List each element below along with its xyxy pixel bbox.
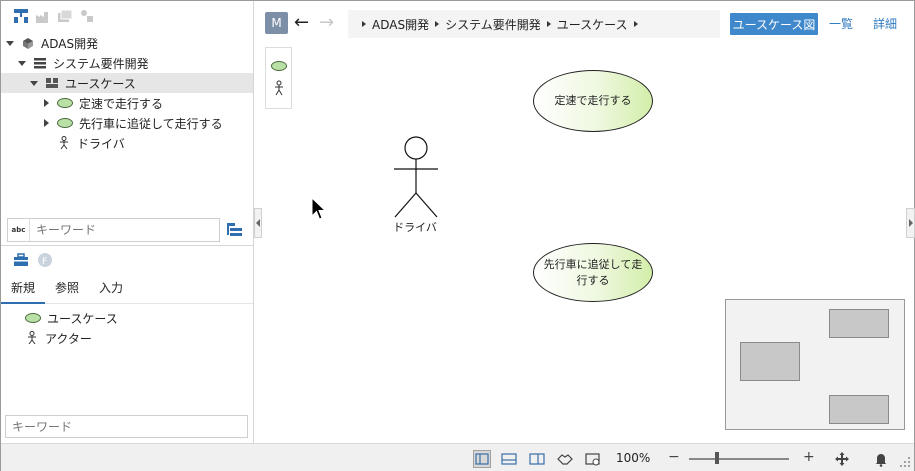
tree-item-label: ドライバ xyxy=(77,136,125,151)
palette-item-label: アクター xyxy=(45,331,92,346)
tab-reference[interactable]: 参照 xyxy=(45,278,89,304)
left-panel: ADAS開発 システム要件開発 ユースケース 定速で走行する 先行車に追従して走… xyxy=(1,1,254,443)
diagram-mini-palette xyxy=(265,47,292,109)
breadcrumb-separator-icon xyxy=(633,21,638,27)
actor-figure[interactable] xyxy=(391,135,441,220)
usecase-follow-vehicle[interactable]: 先行車に追従して走行する xyxy=(533,243,653,302)
usecase-diagram-button[interactable]: ユースケース図 xyxy=(730,13,818,35)
usecase-tool-icon[interactable] xyxy=(271,61,287,71)
zoom-slider-thumb[interactable] xyxy=(715,452,719,464)
app-window: ADAS開発 システム要件開発 ユースケース 定速で走行する 先行車に追従して走… xyxy=(0,0,915,471)
model-badge[interactable]: M xyxy=(265,12,288,34)
hierarchy-icon[interactable] xyxy=(13,8,29,24)
bell-icon[interactable] xyxy=(873,451,889,467)
breadcrumb-separator-icon xyxy=(362,21,366,27)
fit-window-icon[interactable] xyxy=(585,451,601,467)
tree-item-usecase-folder[interactable]: ユースケース xyxy=(1,73,253,93)
resize-grip-icon[interactable] xyxy=(899,456,911,468)
model-tree: ADAS開発 システム要件開発 ユースケース 定速で走行する 先行車に追従して走… xyxy=(1,33,253,153)
tab-new[interactable]: 新規 xyxy=(1,278,46,304)
usecase-icon xyxy=(57,98,73,108)
breadcrumb-item[interactable]: ユースケース xyxy=(557,16,628,33)
package-icon xyxy=(21,36,35,50)
detail-view-link[interactable]: 詳細 xyxy=(873,15,897,32)
tree-item-adas[interactable]: ADAS開発 xyxy=(1,33,253,53)
tree-item-label: システム要件開発 xyxy=(53,56,149,71)
collapse-toggle-icon[interactable] xyxy=(29,78,39,88)
actor-icon xyxy=(57,136,71,150)
layout-left-panel-icon[interactable] xyxy=(473,450,491,468)
stack-icon[interactable] xyxy=(57,8,73,24)
palette-item-actor[interactable]: アクター xyxy=(1,328,253,348)
palette-tabs: 新規 参照 入力 xyxy=(1,278,253,304)
format-icon[interactable]: F xyxy=(37,252,53,268)
usecase-icon xyxy=(57,118,73,128)
breadcrumb-item[interactable]: ADAS開発 xyxy=(372,16,429,33)
expand-toggle-icon[interactable] xyxy=(41,98,51,108)
model-toolbar xyxy=(1,1,253,31)
layout-bottom-panel-icon[interactable] xyxy=(501,451,517,467)
status-bar: 100% − + xyxy=(1,443,914,471)
tree-item-label: 定速で走行する xyxy=(79,96,164,111)
list-icon xyxy=(33,56,47,70)
breadcrumb-separator-icon xyxy=(546,21,551,27)
usecase-label: 先行車に追従して走行する xyxy=(543,257,643,287)
minimap[interactable] xyxy=(725,299,905,430)
tree-item-label: ADAS開発 xyxy=(41,36,99,51)
zoom-level: 100% xyxy=(616,451,651,465)
move-icon[interactable] xyxy=(834,451,850,467)
breadcrumb-separator-icon xyxy=(435,21,440,27)
usecase-label: 定速で走行する xyxy=(554,94,632,107)
back-arrow-icon[interactable]: ← xyxy=(294,13,309,33)
filter-settings-icon[interactable] xyxy=(226,221,244,239)
mouse-cursor-icon xyxy=(311,197,327,220)
collapse-right-panel-handle[interactable] xyxy=(906,208,915,238)
tree-search: abc xyxy=(7,218,220,242)
list-view-link[interactable]: 一覧 xyxy=(829,15,853,32)
svg-text:F: F xyxy=(42,257,47,267)
palette-list: ユースケース アクター xyxy=(1,308,253,348)
minimap-actor xyxy=(740,342,800,381)
palette-toolbar: F xyxy=(13,252,53,268)
forward-arrow-icon[interactable]: → xyxy=(319,13,334,33)
tree-item-label: 先行車に追従して走行する xyxy=(79,116,223,131)
toolbox-icon[interactable] xyxy=(13,252,29,268)
usecase-constant-speed[interactable]: 定速で走行する xyxy=(533,70,653,132)
handshake-icon[interactable] xyxy=(557,451,573,467)
usecase-icon xyxy=(25,313,41,323)
breadcrumb-item[interactable]: システム要件開発 xyxy=(445,16,541,33)
actor-icon xyxy=(25,331,39,345)
tree-item-label: ユースケース xyxy=(65,76,136,91)
palette-item-label: ユースケース xyxy=(47,311,118,326)
zoom-in-button[interactable]: + xyxy=(803,449,815,465)
palette-item-usecase[interactable]: ユースケース xyxy=(1,308,253,328)
zoom-out-button[interactable]: − xyxy=(668,449,680,465)
tools-icon[interactable] xyxy=(79,8,95,24)
factory-icon[interactable] xyxy=(35,8,51,24)
tree-item-usecase-1[interactable]: 定速で走行する xyxy=(1,93,253,113)
actor-tool-icon[interactable] xyxy=(272,80,286,99)
tree-search-input[interactable] xyxy=(30,223,210,237)
tree-item-system-req[interactable]: システム要件開発 xyxy=(1,53,253,73)
tree-item-usecase-2[interactable]: 先行車に追従して走行する xyxy=(1,113,253,133)
collapse-toggle-icon[interactable] xyxy=(5,38,15,48)
breadcrumb: ADAS開発 システム要件開発 ユースケース xyxy=(348,10,720,38)
palette-search-input[interactable] xyxy=(6,419,186,434)
collapse-toggle-icon[interactable] xyxy=(17,58,27,68)
tree-item-actor[interactable]: ドライバ xyxy=(1,133,253,153)
collapse-left-panel-handle[interactable] xyxy=(254,208,262,238)
minimap-usecase-2 xyxy=(829,395,889,424)
expand-toggle-icon[interactable] xyxy=(41,118,51,128)
panel-divider xyxy=(1,245,253,246)
layout-right-panel-icon[interactable] xyxy=(529,451,545,467)
abc-icon[interactable]: abc xyxy=(8,219,30,241)
tab-input[interactable]: 入力 xyxy=(89,278,133,304)
minimap-usecase-1 xyxy=(829,309,889,338)
palette-search xyxy=(5,415,248,438)
actor-label: ドライバ xyxy=(393,221,437,234)
diagram-icon xyxy=(45,76,59,90)
zoom-slider-track[interactable] xyxy=(689,458,789,460)
